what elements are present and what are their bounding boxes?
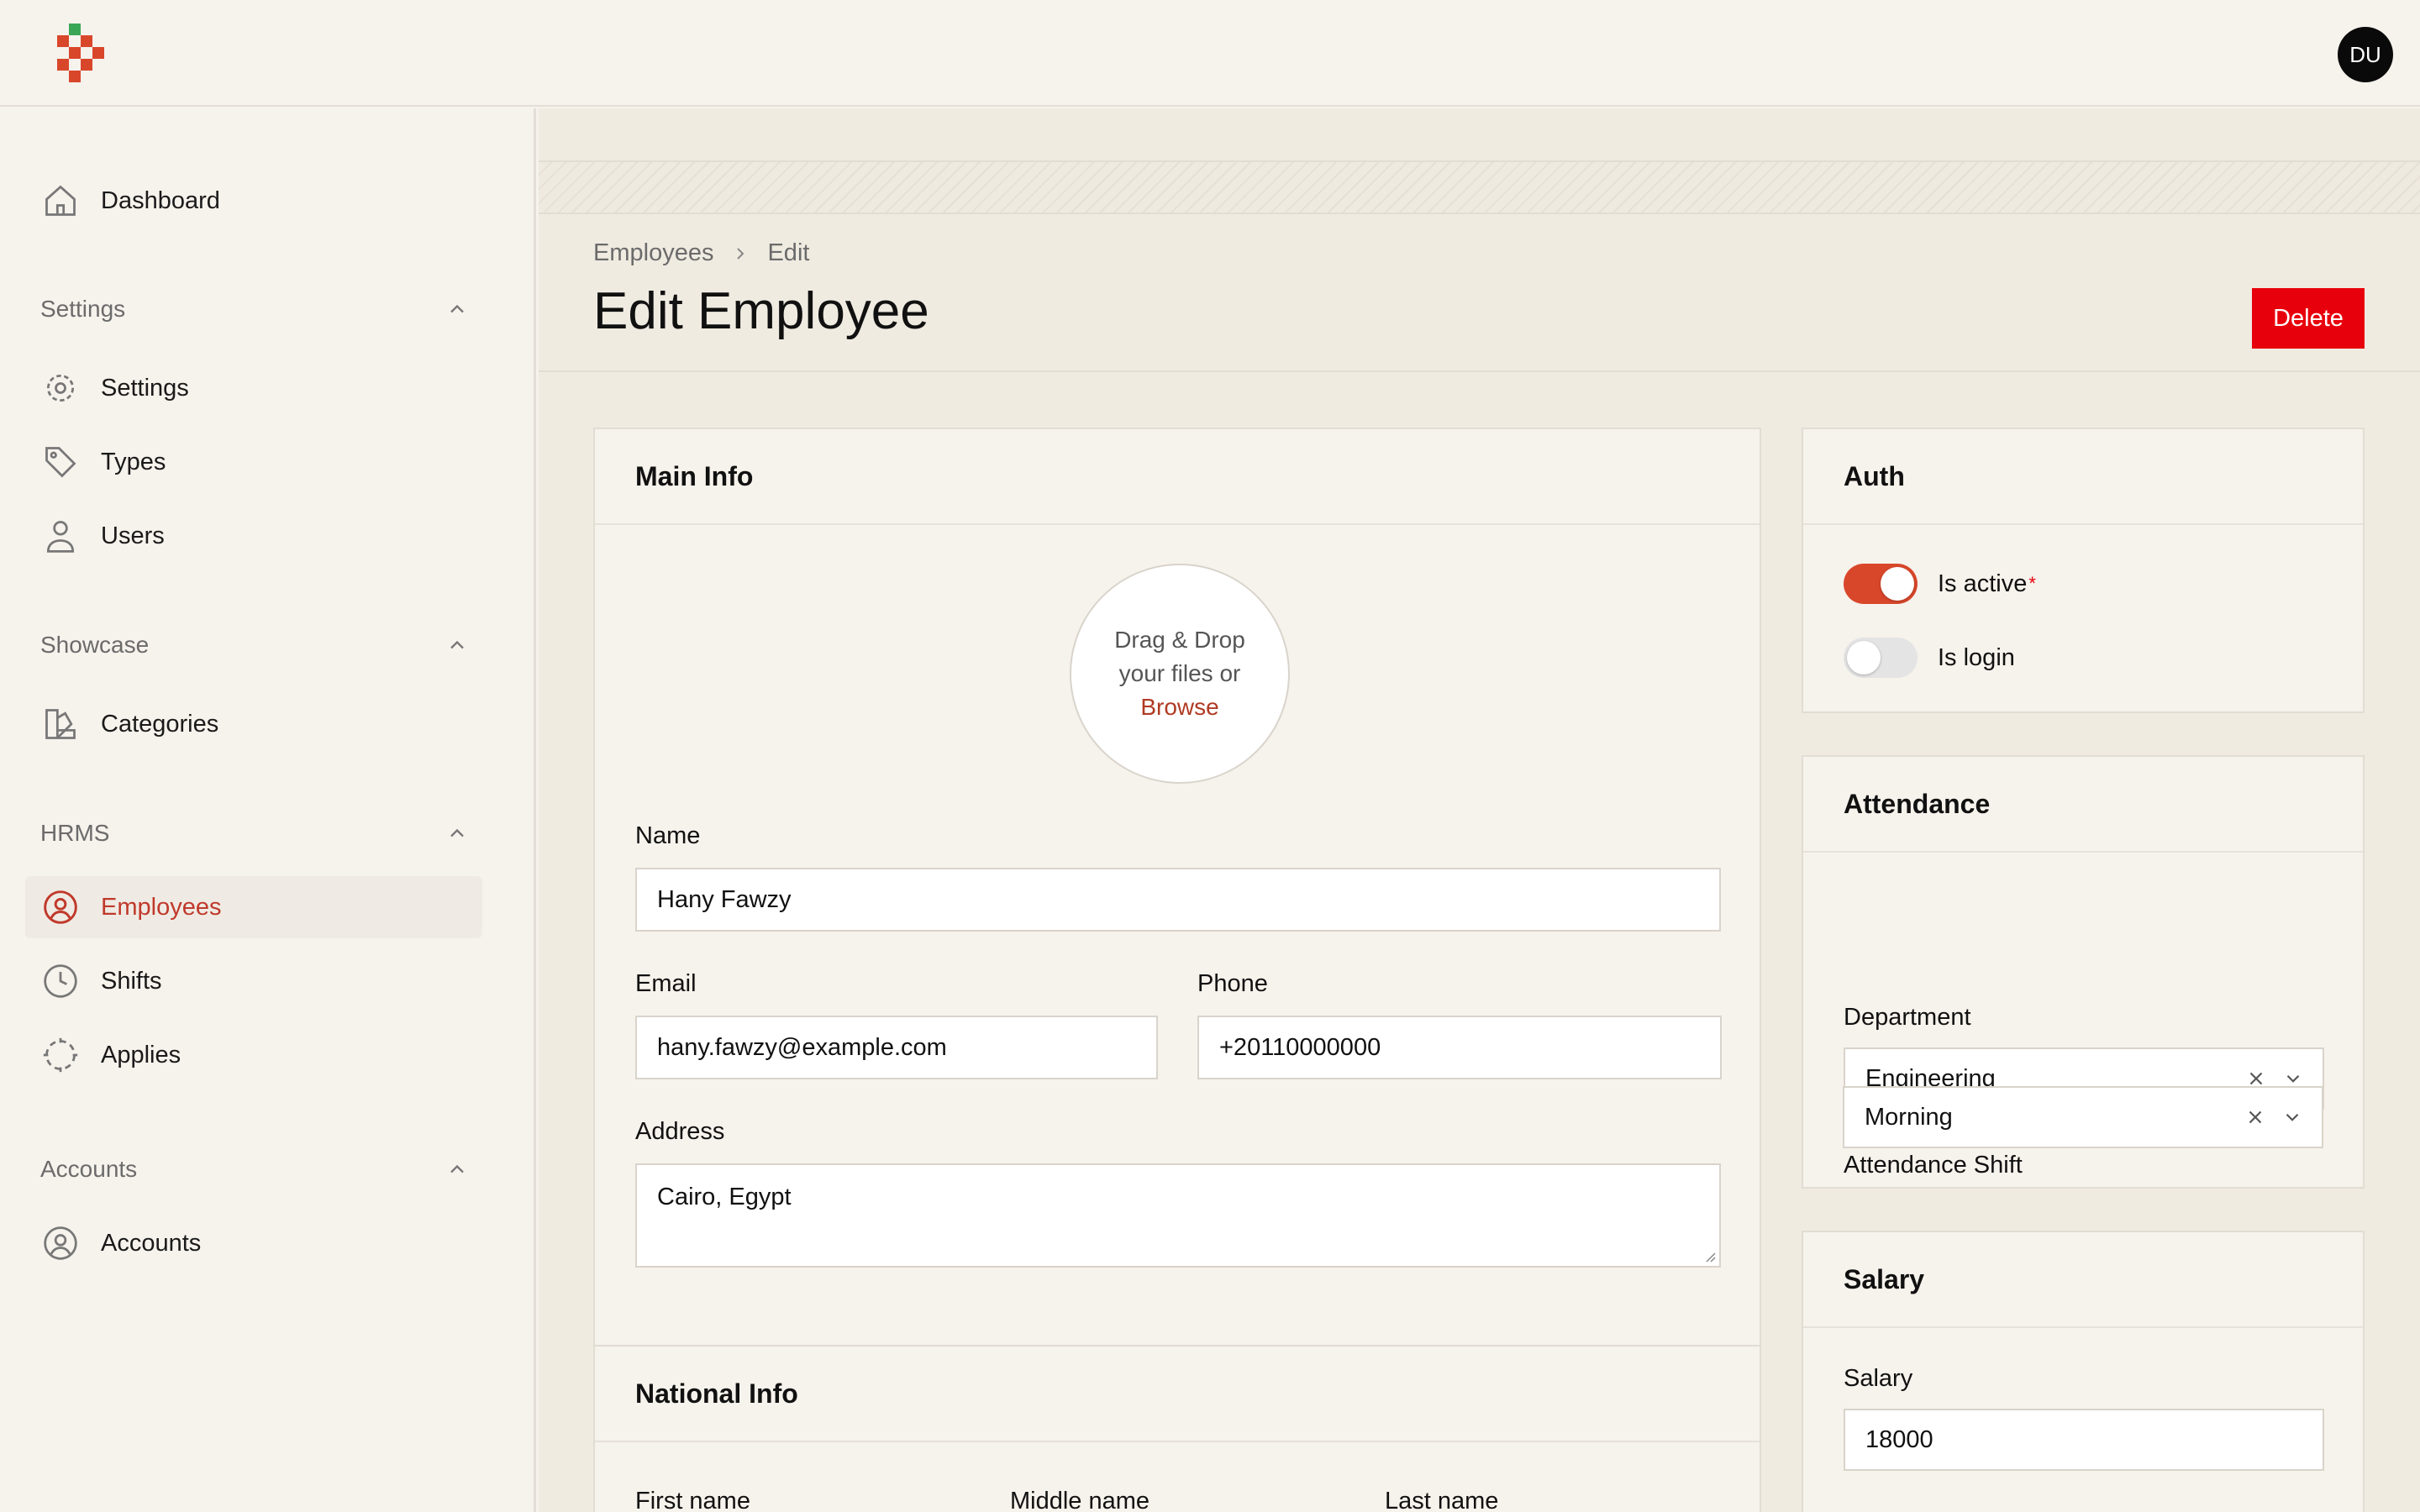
clock-icon xyxy=(42,963,79,1000)
chevron-up-icon xyxy=(450,1164,464,1173)
phone-input[interactable]: +20110000000 xyxy=(1197,1016,1722,1079)
is-login-toggle[interactable] xyxy=(1844,638,1918,678)
card-title: Main Info xyxy=(595,429,1760,525)
user-circle-icon xyxy=(42,1225,79,1262)
sidebar-item-label: Employees xyxy=(101,893,222,921)
dropzone-text: Drag & Drop xyxy=(1114,627,1245,653)
home-icon xyxy=(42,182,79,219)
sidebar-item-label: Categories xyxy=(101,710,219,738)
sidebar-item-shifts[interactable]: Shifts xyxy=(25,950,482,1012)
clear-icon[interactable] xyxy=(2244,1106,2266,1128)
section-settings[interactable]: Settings xyxy=(40,288,469,330)
salary-label: Salary xyxy=(1844,1365,1913,1392)
email-label: Email xyxy=(635,970,697,997)
sidebar-item-applies[interactable]: Applies xyxy=(25,1024,482,1086)
card-title: Attendance xyxy=(1803,757,2363,853)
section-label: Accounts xyxy=(40,1156,138,1182)
chevron-down-icon[interactable] xyxy=(2281,1106,2303,1128)
section-label: HRMS xyxy=(40,820,110,846)
card-title: Salary xyxy=(1803,1232,2363,1328)
phone-label: Phone xyxy=(1197,970,1268,997)
tag-icon xyxy=(42,444,79,480)
sidebar-item-employees[interactable]: Employees xyxy=(25,876,482,938)
attendance-shift-value: Morning xyxy=(1865,1103,1953,1131)
delete-button[interactable]: Delete xyxy=(2252,288,2365,349)
last-name-label: Last name xyxy=(1385,1488,1499,1512)
auth-card: Auth Is active * Is login xyxy=(1802,428,2365,713)
is-login-row: Is login xyxy=(1844,638,2015,678)
sidebar-item-label: Dashboard xyxy=(101,186,220,214)
department-label: Department xyxy=(1844,1004,1971,1031)
chevron-right-icon xyxy=(737,247,744,260)
user-circle-icon xyxy=(42,889,79,926)
page-title: Edit Employee xyxy=(593,282,929,340)
app-logo[interactable] xyxy=(55,24,106,84)
chevron-up-icon xyxy=(450,304,464,313)
section-hrms[interactable]: HRMS xyxy=(40,812,469,854)
sidebar: Dashboard Settings Settings Types Users … xyxy=(0,108,536,1512)
required-marker: * xyxy=(2028,573,2036,594)
toggle-knob xyxy=(1881,567,1914,601)
breadcrumb-employees[interactable]: Employees xyxy=(593,239,713,267)
main-info-card: Main Info Drag & Drop your files or Brow… xyxy=(593,428,1761,1415)
section-showcase[interactable]: Showcase xyxy=(40,624,469,666)
is-active-row: Is active * xyxy=(1844,564,2036,604)
browse-link[interactable]: Browse xyxy=(1140,690,1218,724)
sidebar-item-settings[interactable]: Settings xyxy=(25,357,482,419)
attendance-shift-select[interactable]: Morning xyxy=(1843,1086,2323,1148)
swatch-icon xyxy=(42,706,79,743)
user-avatar[interactable]: DU xyxy=(2338,27,2393,82)
attendance-shift-label: Attendance Shift xyxy=(1844,1152,2023,1179)
sidebar-item-label: Settings xyxy=(101,374,189,402)
breadcrumb: Employees Edit xyxy=(593,239,809,267)
address-value: Cairo, Egypt xyxy=(657,1184,792,1210)
sidebar-item-users[interactable]: Users xyxy=(25,505,482,567)
address-label: Address xyxy=(635,1118,725,1145)
card-title: National Info xyxy=(595,1347,1760,1442)
resize-grip-icon[interactable] xyxy=(1702,1249,1716,1263)
sidebar-item-label: Users xyxy=(101,522,165,549)
chevron-up-icon xyxy=(450,640,464,649)
salary-card: Salary Salary 18000 xyxy=(1802,1231,2365,1512)
section-label: Showcase xyxy=(40,632,150,658)
is-active-toggle[interactable] xyxy=(1844,564,1918,604)
salary-input[interactable]: 18000 xyxy=(1844,1409,2324,1471)
dashed-circle-icon xyxy=(42,1037,79,1074)
sidebar-item-categories[interactable]: Categories xyxy=(25,693,482,755)
middle-name-label: Middle name xyxy=(1010,1488,1150,1512)
email-input[interactable]: hany.fawzy@example.com xyxy=(635,1016,1158,1079)
chevron-up-icon xyxy=(450,828,464,837)
card-title: Auth xyxy=(1803,429,2363,525)
page-header: Employees Edit Edit Employee Delete xyxy=(539,214,2420,372)
top-bar: DU xyxy=(0,0,2420,107)
user-icon xyxy=(42,517,79,554)
avatar-dropzone[interactable]: Drag & Drop your files or Browse xyxy=(1070,564,1290,784)
is-login-label: Is login xyxy=(1938,643,2015,671)
sidebar-item-dashboard[interactable]: Dashboard xyxy=(25,170,482,232)
toggle-knob xyxy=(1847,641,1881,675)
sidebar-item-accounts[interactable]: Accounts xyxy=(25,1212,482,1274)
address-textarea[interactable]: Cairo, Egypt xyxy=(635,1163,1721,1268)
dropzone-text: your files or xyxy=(1118,660,1241,686)
section-accounts[interactable]: Accounts xyxy=(40,1148,469,1190)
sidebar-item-label: Types xyxy=(101,448,166,475)
main-content: Employees Edit Edit Employee Delete Main… xyxy=(539,108,2420,1512)
sidebar-item-label: Applies xyxy=(101,1041,182,1068)
name-input[interactable]: Hany Fawzy xyxy=(635,868,1721,932)
breadcrumb-edit: Edit xyxy=(767,239,810,266)
hatched-banner xyxy=(539,160,2420,214)
first-name-label: First name xyxy=(635,1488,750,1512)
is-active-label: Is active xyxy=(1938,570,2028,597)
sidebar-item-label: Accounts xyxy=(101,1229,202,1257)
gear-icon xyxy=(42,370,79,407)
section-label: Settings xyxy=(40,296,126,322)
sidebar-item-types[interactable]: Types xyxy=(25,431,482,493)
national-info-card: National Info First name Middle name Las… xyxy=(593,1345,1761,1512)
name-label: Name xyxy=(635,822,701,849)
sidebar-item-label: Shifts xyxy=(101,967,162,995)
